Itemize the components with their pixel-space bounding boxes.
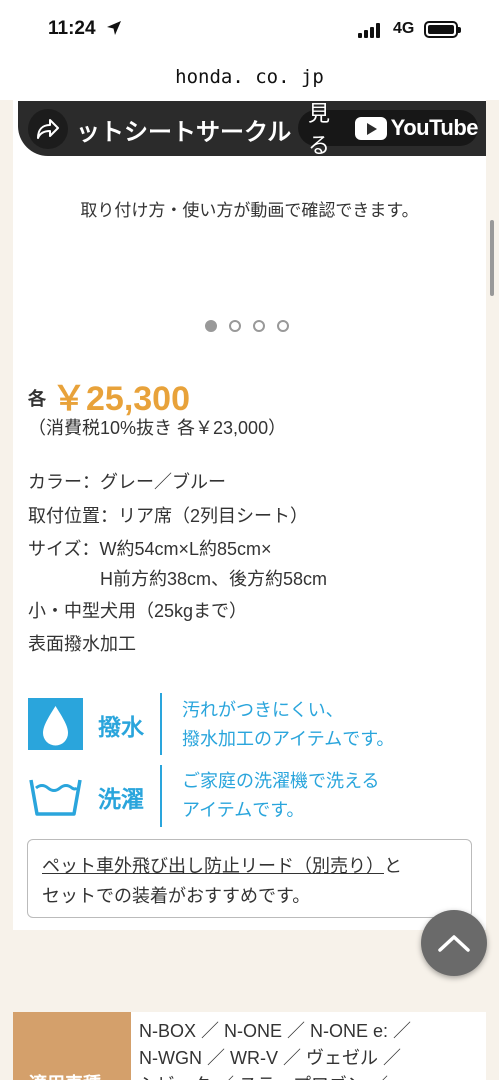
share-icon[interactable] (28, 109, 68, 149)
feature-text-water-repellent: 汚れがつきにくい、 撥水加工のアイテムです。 (182, 700, 395, 749)
note-suffix: と (384, 856, 402, 876)
spec-finish: 表面撥水加工 (28, 634, 136, 654)
status-time: 11:24 (48, 18, 96, 39)
feature-text-washable: ご家庭の洗濯機で洗える アイテムです。 (182, 771, 380, 820)
signal-icon (358, 22, 384, 38)
spec-size-height: H前方約38cm、後方約58cm (28, 569, 328, 589)
spec-size: サイズ：W約54cm×L約85cm× (28, 539, 272, 559)
feature-label-water-repellent: 撥水 (98, 714, 144, 740)
carousel-dot-4[interactable] (277, 320, 289, 332)
leash-link[interactable]: ペット車外飛び出し防止リード（別売り） (42, 856, 384, 876)
youtube-play-icon (354, 116, 387, 140)
carousel-dot-3[interactable] (253, 320, 265, 332)
recommendation-note: ペット車外飛び出し防止リード（別売り）と セットでの装着がおすすめです。 (27, 839, 472, 918)
washing-tub-icon (29, 779, 82, 816)
video-banner[interactable]: ットシートサークル 見る YouTube (18, 101, 486, 156)
video-caption: 取り付け方・使い方が動画で確認できます。 (80, 201, 419, 220)
price-prefix: 各 (28, 389, 46, 409)
compatible-models: 適用車種 N-BOX ／ N-ONE ／ N-ONE e: ／ N-WGN ／ … (13, 1012, 486, 1080)
compatible-models-header: 適用車種 (13, 1012, 131, 1080)
feature-label-washable: 洗濯 (98, 786, 144, 812)
spec-dog-size: 小・中型犬用（25kgまで） (28, 601, 248, 621)
back-to-top-button[interactable] (421, 910, 487, 976)
youtube-label: YouTube (390, 115, 479, 140)
status-bar: 11:24 4G (0, 0, 499, 58)
watch-on-youtube-button[interactable]: 見る YouTube (298, 101, 479, 156)
carousel-dot-1[interactable] (205, 320, 217, 332)
compatible-models-list: N-BOX ／ N-ONE ／ N-ONE e: ／ N-WGN ／ WR-V … (139, 1021, 412, 1080)
battery-icon (424, 21, 461, 38)
url-text: honda. co. jp (175, 66, 324, 88)
network-type: 4G (393, 20, 415, 37)
youtube-logo: YouTube (354, 115, 479, 141)
tax-note: （消費税10%抜き 各￥23,000） (28, 418, 287, 438)
water-drop-icon (28, 698, 83, 750)
scrollbar[interactable] (490, 220, 494, 296)
browser-url-bar[interactable]: honda. co. jp (0, 58, 499, 100)
price: ￥25,300 (52, 380, 190, 418)
chevron-up-icon (438, 935, 470, 952)
carousel-dots (205, 320, 289, 332)
feature-divider (160, 693, 162, 755)
note-line-2: セットでの装着がおすすめです。 (42, 886, 311, 906)
carousel-dot-2[interactable] (229, 320, 241, 332)
spec-color: カラー：グレー／ブルー (28, 472, 226, 492)
video-title: ットシートサークル (76, 119, 292, 146)
spec-position: 取付位置：リア席（2列目シート） (28, 506, 309, 526)
feature-divider (160, 765, 162, 827)
location-arrow-icon (107, 21, 121, 35)
watch-label: 見る (308, 101, 331, 156)
